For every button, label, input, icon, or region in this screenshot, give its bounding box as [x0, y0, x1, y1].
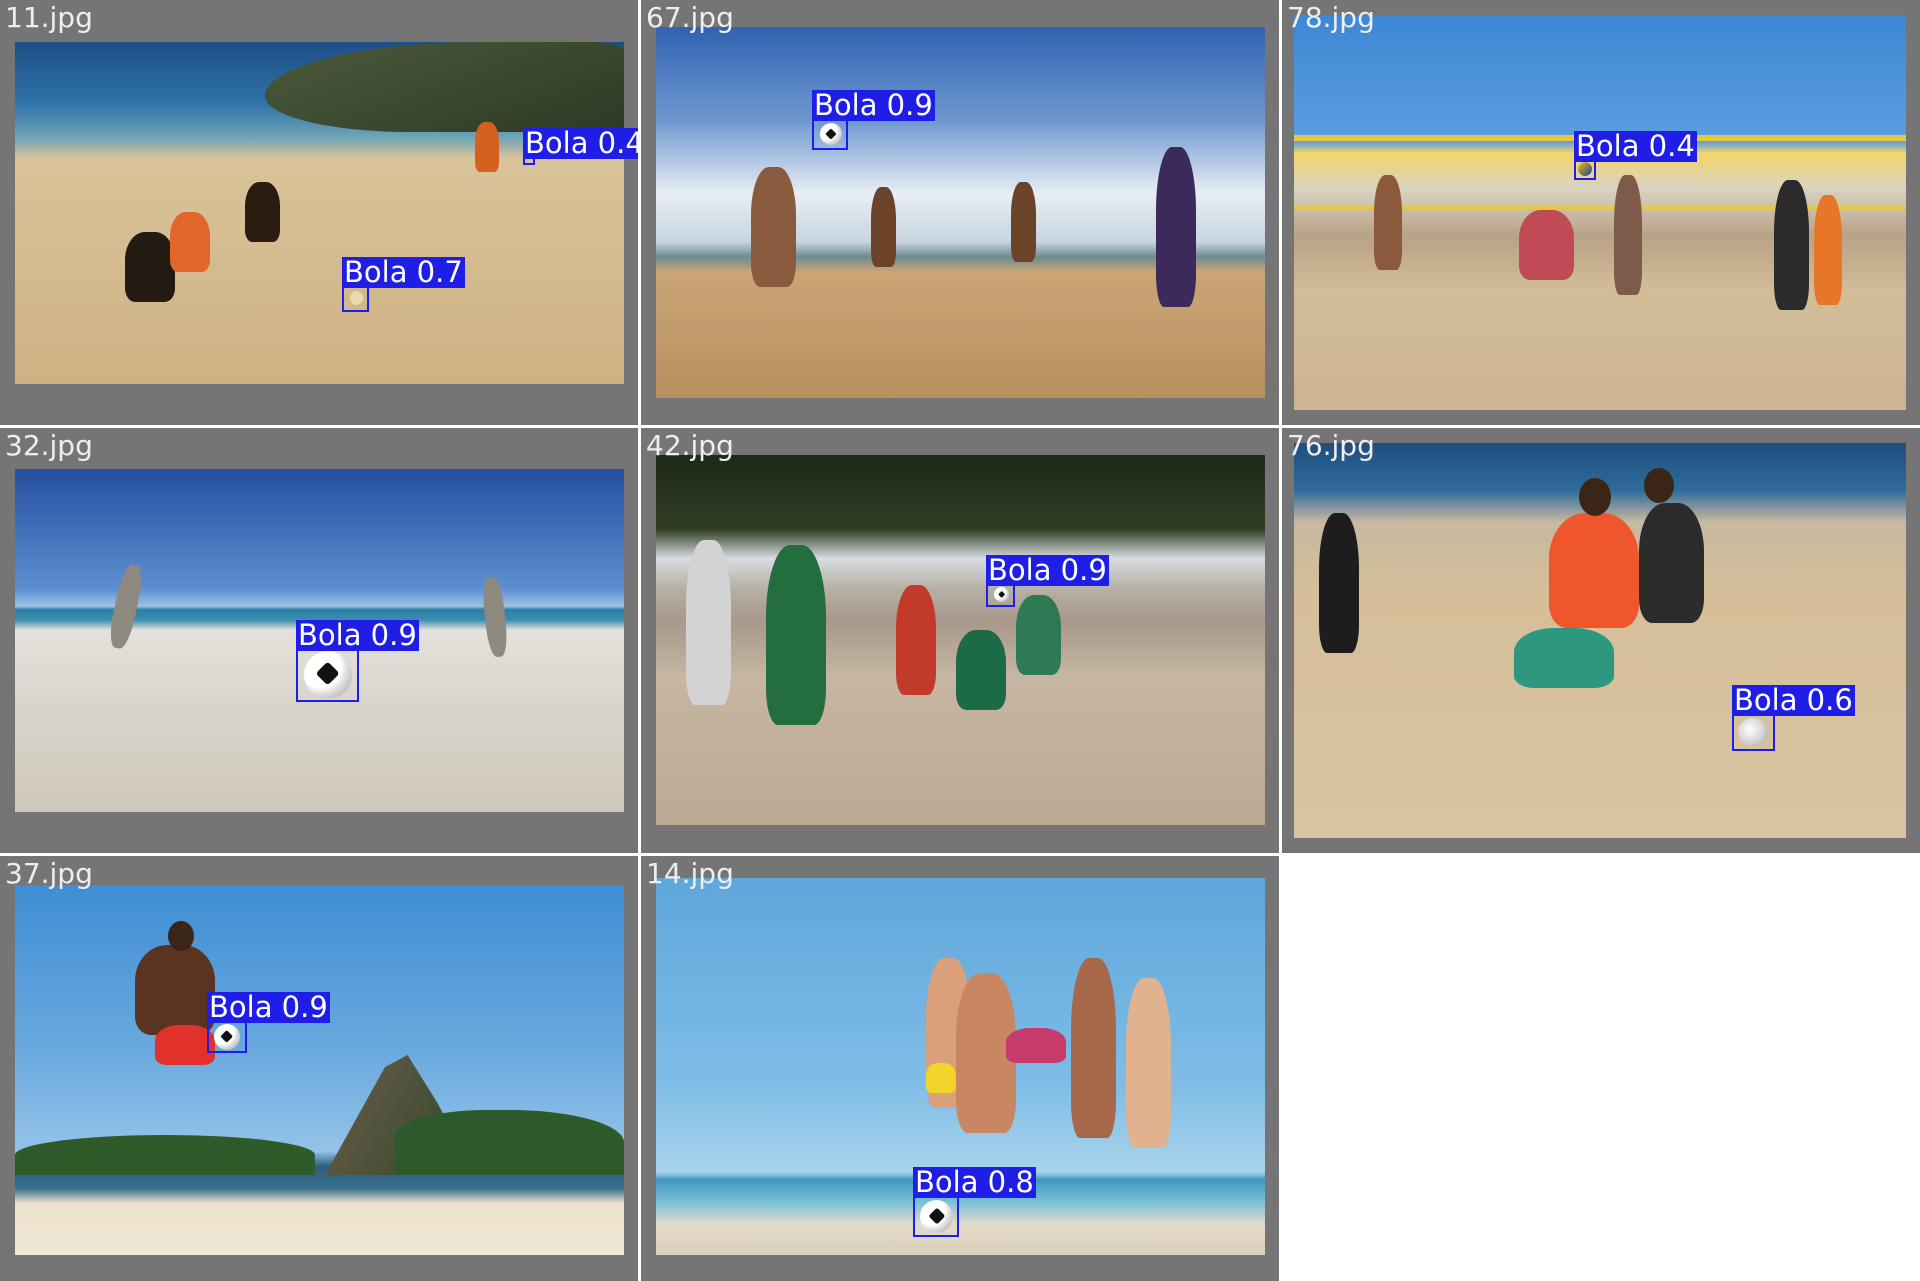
image-tile[interactable]: 11.jpg Bola 0.4 Bola 0.7: [0, 0, 638, 425]
detection-box: Bola 0.9: [986, 555, 1109, 607]
image-tile[interactable]: 76.jpg Bola 0.6: [1282, 428, 1920, 853]
image-tile[interactable]: 37.jpg Bola 0.9: [0, 856, 638, 1281]
detection-box: Bola 0.8: [913, 1167, 1036, 1237]
image-filename: 76.jpg: [1287, 429, 1375, 462]
image-filename: 67.jpg: [646, 1, 734, 34]
detection-label: Bola 0.4: [1574, 129, 1697, 163]
image-tile[interactable]: 67.jpg Bola 0.9: [641, 0, 1279, 425]
image-tile[interactable]: 78.jpg Bola 0.4: [1282, 0, 1920, 425]
detection-box: Bola 0.7: [342, 257, 465, 312]
image-filename: 14.jpg: [646, 857, 734, 890]
detection-label: Bola 0.9: [986, 553, 1109, 587]
image-filename: 42.jpg: [646, 429, 734, 462]
detection-label: Bola 0.9: [207, 990, 330, 1024]
detection-label: Bola 0.9: [812, 88, 935, 122]
detection-box: Bola 0.4: [1574, 131, 1697, 180]
detection-label: Bola 0.9: [296, 618, 419, 652]
image-tile[interactable]: 32.jpg Bola 0.9: [0, 428, 638, 853]
image-photo: [656, 27, 1265, 398]
detection-label: Bola 0.4: [523, 128, 638, 159]
image-filename: 11.jpg: [5, 1, 93, 34]
image-filename: 37.jpg: [5, 857, 93, 890]
detection-box: Bola 0.9: [296, 620, 419, 702]
detection-box: Bola 0.9: [207, 992, 330, 1053]
image-tile[interactable]: 42.jpg Bola 0.9: [641, 428, 1279, 853]
detection-label: Bola 0.8: [913, 1165, 1036, 1199]
image-photo: [656, 455, 1265, 825]
image-photo: [1294, 15, 1906, 410]
image-tile[interactable]: 14.jpg Bola 0.8: [641, 856, 1279, 1281]
image-filename: 32.jpg: [5, 429, 93, 462]
image-photo: [15, 42, 624, 384]
detection-box: Bola 0.4: [523, 128, 638, 165]
detection-box: Bola 0.6: [1732, 685, 1855, 751]
detection-label: Bola 0.7: [342, 255, 465, 289]
image-photo: [1294, 443, 1906, 838]
detection-label: Bola 0.6: [1732, 683, 1855, 717]
detection-box: Bola 0.9: [812, 90, 935, 150]
image-photo: [15, 885, 624, 1255]
image-filename: 78.jpg: [1287, 1, 1375, 34]
